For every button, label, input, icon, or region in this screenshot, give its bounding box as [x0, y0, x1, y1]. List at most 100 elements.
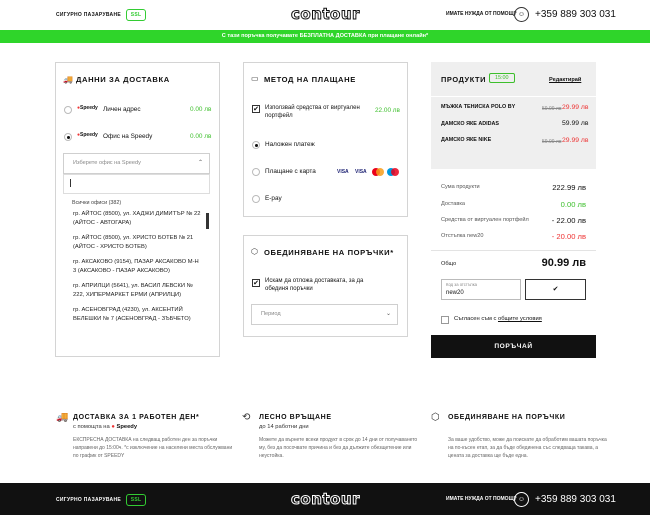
coupon-value: new20	[446, 290, 464, 296]
help-text: ИМАТЕ НУЖДА ОТ ПОМОЩ?	[446, 11, 517, 17]
radio-personal-address[interactable]	[64, 106, 72, 114]
total-label: Общо	[441, 261, 457, 267]
product-name: ДАМСКО ЯКЕ ADIDAS	[441, 121, 500, 127]
headset-icon: ☺	[514, 7, 529, 22]
summary-value: 222.99 лв	[552, 183, 586, 192]
radio-speedy-office[interactable]	[64, 133, 72, 141]
wallet-icon: ▭	[251, 74, 259, 83]
radio-epay[interactable]	[252, 195, 260, 203]
feature-title: ЛЕСНО ВРЪЩАНЕ	[259, 414, 332, 421]
site-footer: СИГУРНО ПАЗАРУВАНЕ SSL contour ИМАТЕ НУЖ…	[0, 483, 650, 515]
edit-link[interactable]: Редактирай	[549, 77, 581, 83]
office-option[interactable]: гр. АЙТОС (8500), ул. ХАДЖИ ДИМИТЪР № 22…	[63, 210, 210, 228]
delivery-option-label: Офис на Speedy	[103, 133, 153, 140]
all-offices-label: Всички офиси (382)	[72, 200, 122, 206]
payment-method-label: Плащане с карта	[265, 168, 316, 175]
speedy-logo: ●Speedy	[77, 105, 98, 111]
feature-subtitle: с помощта на ● Speedy	[73, 424, 138, 430]
office-option[interactable]: гр. АКСАКОВО (9154), ПАЗАР АКСАКОВО М-Н …	[63, 258, 210, 276]
speedy-logo: ● Speedy	[111, 424, 138, 430]
summary-divider	[431, 250, 596, 251]
delivery-option-label: Личен адрес	[103, 106, 141, 113]
feature-title: ДОСТАВКА ЗА 1 РАБОТЕН ДЕН*	[73, 414, 200, 421]
office-list[interactable]: гр. АЙТОС (8500), ул. ХАДЖИ ДИМИТЪР № 22…	[63, 210, 210, 335]
total-value: 90.99 лв	[541, 257, 586, 269]
delivery-option-price: 0.00 лв	[190, 106, 212, 113]
ssl-lock-icon: SSL	[126, 9, 147, 21]
office-search-input[interactable]	[63, 174, 210, 194]
delivery-option-price: 0.00 лв	[190, 133, 212, 140]
summary-label: Отстъпка new20	[441, 233, 484, 239]
products-title: ПРОДУКТИ	[441, 75, 487, 84]
payment-title: МЕТОД НА ПЛАЩАНЕ	[264, 75, 356, 84]
secure-label: СИГУРНО ПАЗАРУВАНЕ	[56, 12, 122, 18]
truck-icon: 🚚	[63, 75, 73, 84]
text-cursor	[70, 179, 71, 187]
product-price: 29.99 лв	[562, 104, 589, 111]
office-option[interactable]: гр. АЙТОС (8500), ул. ХРИСТО БОТЕВ № 21 …	[63, 234, 210, 252]
office-option[interactable]: гр. АПРИЛЦИ (5641), ул. ВАСИЛ ЛЕВСКИ № 2…	[63, 282, 210, 300]
order-button[interactable]: ПОРЪЧАЙ	[431, 335, 596, 358]
ssl-lock-icon: SSL	[126, 494, 147, 506]
logo[interactable]: contour	[291, 490, 360, 509]
products-box: ПРОДУКТИ 15:00 Редактирай МЪЖКА ТЕНИСКА …	[431, 62, 596, 169]
wallet-amount: 22.00 лв	[375, 107, 400, 114]
headset-icon: ☺	[514, 492, 529, 507]
office-list-scrollbar[interactable]	[206, 213, 209, 229]
feature-description: ЕКСПРЕСНА ДОСТАВКА на следващ работен де…	[73, 437, 233, 459]
return-icon: ⟲	[242, 412, 251, 423]
secure-label: СИГУРНО ПАЗАРУВАНЕ	[56, 497, 122, 503]
summary-value: 0.00 лв	[560, 200, 586, 209]
summary-value: - 20.00 лв	[551, 232, 586, 241]
phone-number[interactable]: +359 889 303 031	[535, 494, 616, 505]
coupon-input[interactable]: Код за отстъпка new20	[441, 279, 521, 300]
box-icon: ⬡	[251, 247, 258, 256]
payment-method-label: Наложен платеж	[265, 141, 315, 148]
merge-checkbox[interactable]: ✔	[252, 279, 260, 287]
maestro-icon	[387, 168, 399, 176]
period-select[interactable]: Период ⌄	[251, 304, 398, 325]
promo-banner: С тази поръчка получавате БЕЗПЛАТНА ДОСТ…	[0, 30, 650, 43]
visa-electron-icon: VISA	[355, 169, 367, 175]
logo[interactable]: contour	[291, 5, 360, 24]
secure-shopping: СИГУРНО ПАЗАРУВАНЕ SSL	[56, 9, 147, 21]
terms-link[interactable]: общите условия	[498, 316, 542, 322]
product-old-price: 59.99 лв	[542, 106, 562, 112]
secure-shopping: СИГУРНО ПАЗАРУВАНЕ SSL	[56, 494, 147, 506]
merge-title: ОБЕДИНЯВАНЕ НА ПОРЪЧКИ*	[264, 248, 394, 257]
product-name: ДАМСКО ЯКЕ NIKE	[441, 137, 492, 143]
site-header: СИГУРНО ПАЗАРУВАНЕ SSL contour ИМАТЕ НУЖ…	[0, 0, 650, 30]
summary-label: Доставка	[441, 201, 466, 207]
chevron-up-icon: ⌃	[197, 160, 203, 166]
radio-card-payment[interactable]	[252, 168, 260, 176]
product-name: МЪЖКА ТЕНИСКА POLO BY	[441, 104, 516, 110]
help-text: ИМАТЕ НУЖДА ОТ ПОМОЩ?	[446, 496, 517, 502]
feature-description: За ваше удобство, може да поискате да об…	[448, 437, 607, 459]
wallet-checkbox[interactable]: ✔	[252, 105, 260, 113]
chevron-down-icon: ⌄	[385, 311, 391, 317]
apply-coupon-button[interactable]: ✔	[525, 279, 586, 300]
timer-badge: 15:00	[489, 73, 515, 83]
payment-panel	[243, 62, 408, 217]
summary-label: Сума продукти	[441, 184, 480, 190]
office-option[interactable]: гр. АСЕНОВГРАД (4230), ул. АКСЕНТИЙ ВЕЛЕ…	[63, 306, 210, 324]
feature-subtitle: до 14 работни дни	[259, 424, 309, 430]
payment-method-label: E-pay	[265, 195, 282, 202]
phone-number[interactable]: +359 889 303 031	[535, 9, 616, 20]
feature-title: ОБЕДИНЯВАНЕ НА ПОРЪЧКИ	[448, 414, 566, 421]
radio-cash-on-delivery[interactable]	[252, 141, 260, 149]
product-old-price: 59.99 лв	[542, 139, 562, 145]
visa-icon: VISA	[337, 169, 349, 175]
terms-checkbox[interactable]	[441, 316, 449, 324]
mastercard-icon	[372, 168, 384, 176]
product-price: 29.99 лв	[562, 137, 589, 144]
summary-value: - 22.00 лв	[551, 216, 586, 225]
office-select[interactable]: Изберете офис на Speedy ⌃	[63, 153, 210, 174]
product-price: 59.99 лв	[562, 120, 589, 127]
wallet-label: Използвай средства от виртуален портфейл	[265, 105, 360, 119]
speedy-logo: ●Speedy	[77, 132, 98, 138]
coupon-label: Код за отстъпка	[446, 282, 477, 287]
summary-label: Средства от виртуален портфейл	[441, 217, 529, 223]
terms-label: Съгласен съм с общите условия	[454, 316, 542, 322]
truck-icon: 🚚	[56, 412, 69, 423]
